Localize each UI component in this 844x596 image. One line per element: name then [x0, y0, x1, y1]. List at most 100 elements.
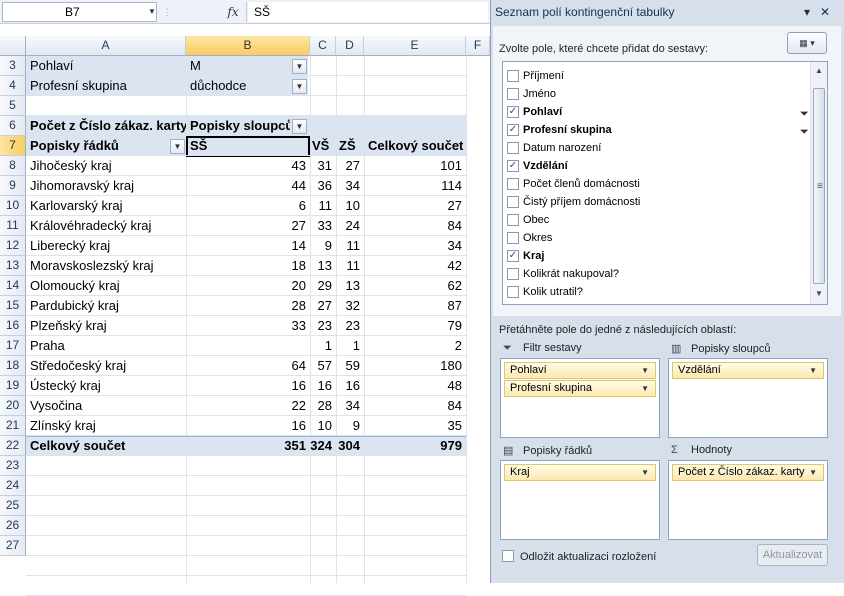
field-checkbox[interactable] — [507, 268, 519, 280]
row-header-6[interactable]: 6 — [0, 116, 26, 136]
column-labels-area[interactable]: Vzdělání ▼ — [668, 358, 828, 438]
report-filter-chip-profession[interactable]: Profesní skupina ▼ — [504, 380, 656, 397]
row-header-8[interactable]: 8 — [0, 156, 26, 176]
column-header-F[interactable]: F — [466, 36, 490, 56]
field-checkbox[interactable] — [507, 88, 519, 100]
gridline — [26, 195, 466, 196]
field-item[interactable]: Okres — [505, 229, 805, 247]
column-header-C[interactable]: C — [310, 36, 336, 56]
field-checkbox[interactable]: ✓ — [507, 124, 519, 136]
pivot-cell-zs: 32 — [345, 298, 360, 313]
row-labels-dropdown-icon[interactable]: ▼ — [170, 139, 185, 154]
scroll-up-icon[interactable]: ▲ — [813, 65, 825, 77]
column-header-E[interactable]: E — [364, 36, 466, 56]
field-item[interactable]: Kolik utratil? — [505, 283, 805, 301]
row-header-16[interactable]: 16 — [0, 316, 26, 336]
row-header-26[interactable]: 26 — [0, 516, 26, 536]
formula-input[interactable]: SŠ — [248, 2, 488, 22]
row-header-12[interactable]: 12 — [0, 236, 26, 256]
row-header-13[interactable]: 13 — [0, 256, 26, 276]
row-grid-icon: ▤ — [503, 445, 514, 457]
column-labels-dropdown-icon[interactable]: ▼ — [292, 119, 307, 134]
filter-dropdown-icon[interactable]: ▼ — [292, 59, 307, 74]
field-item[interactable]: ✓ Kraj — [505, 247, 805, 265]
field-item[interactable]: ✓ Vzdělání — [505, 157, 805, 175]
field-item[interactable]: Příjmení — [505, 67, 805, 85]
layout-options-button[interactable]: ▦ ▾ — [787, 32, 827, 54]
row-header-20[interactable]: 20 — [0, 396, 26, 416]
row-header-7[interactable]: 7 — [0, 136, 26, 156]
pivot-value-header: Počet z Číslo zákaz. karty — [30, 118, 186, 133]
row-labels-chip-region[interactable]: Kraj ▼ — [504, 464, 656, 481]
row-header-11[interactable]: 11 — [0, 216, 26, 236]
pivot-cell-zs: 59 — [345, 358, 360, 373]
field-item[interactable]: Obec — [505, 211, 805, 229]
row-header-9[interactable]: 9 — [0, 176, 26, 196]
field-checkbox[interactable] — [507, 286, 519, 298]
row-header-23[interactable]: 23 — [0, 456, 26, 476]
row-header-4[interactable]: 4 — [0, 76, 26, 96]
chevron-down-icon[interactable]: ▼ — [641, 381, 649, 396]
row-header-3[interactable]: 3 — [0, 56, 26, 76]
field-item[interactable]: ✓ Pohlaví ⏷ — [505, 103, 809, 121]
row-header-10[interactable]: 10 — [0, 196, 26, 216]
chevron-down-icon[interactable]: ▼ — [809, 363, 817, 378]
gridline — [26, 235, 466, 236]
column-header-A[interactable]: A — [26, 36, 186, 56]
field-checkbox[interactable]: ✓ — [507, 106, 519, 118]
insert-function-button[interactable]: fx — [224, 2, 242, 22]
field-item[interactable]: Kolikrát nakupoval? — [505, 265, 805, 283]
values-chip-count[interactable]: Počet z Číslo zákaz. karty ▼ — [672, 464, 824, 481]
row-header-5[interactable]: 5 — [0, 96, 26, 116]
field-checkbox[interactable] — [507, 70, 519, 82]
column-header-B[interactable]: B — [186, 36, 310, 56]
name-box[interactable]: B7 — [2, 2, 157, 22]
field-checkbox[interactable] — [507, 178, 519, 190]
row-header-22[interactable]: 22 — [0, 436, 26, 456]
chevron-down-icon[interactable]: ▼ — [641, 465, 649, 480]
scroll-down-icon[interactable]: ▼ — [813, 288, 825, 300]
formula-bar-resize-handle[interactable]: ⋮ — [160, 3, 174, 21]
report-filter-chip-gender[interactable]: Pohlaví ▼ — [504, 362, 656, 379]
field-item[interactable]: Jméno — [505, 85, 805, 103]
filter-dropdown-icon[interactable]: ▼ — [292, 79, 307, 94]
pane-options-icon[interactable]: ▾ — [799, 4, 815, 20]
field-item[interactable]: Datum narození — [505, 139, 805, 157]
defer-checkbox[interactable] — [502, 550, 514, 562]
column-header-D[interactable]: D — [336, 36, 364, 56]
row-header-25[interactable]: 25 — [0, 496, 26, 516]
defer-layout-update[interactable]: Odložit aktualizaci rozložení — [502, 548, 656, 564]
field-checkbox[interactable] — [507, 232, 519, 244]
row-header-15[interactable]: 15 — [0, 296, 26, 316]
field-item[interactable]: Počet členů domácnosti — [505, 175, 805, 193]
row-labels-area[interactable]: Kraj ▼ — [500, 460, 660, 540]
chevron-down-icon[interactable]: ▼ — [641, 363, 649, 378]
field-checkbox[interactable] — [507, 214, 519, 226]
row-header-17[interactable]: 17 — [0, 336, 26, 356]
update-button[interactable]: Aktualizovat — [757, 544, 828, 566]
chevron-down-icon[interactable]: ▼ — [809, 465, 817, 480]
row-header-19[interactable]: 19 — [0, 376, 26, 396]
field-checkbox[interactable]: ✓ — [507, 160, 519, 172]
pivot-cell-zs: 9 — [352, 418, 360, 433]
row-header-14[interactable]: 14 — [0, 276, 26, 296]
values-area[interactable]: Počet z Číslo zákaz. karty ▼ — [668, 460, 828, 540]
field-list-scrollbar[interactable]: ▲ ≡ ▼ — [810, 62, 827, 304]
row-header-24[interactable]: 24 — [0, 476, 26, 496]
field-checkbox[interactable]: ✓ — [507, 250, 519, 262]
scrollbar-thumb[interactable]: ≡ — [813, 88, 825, 284]
close-icon[interactable]: ✕ — [817, 4, 833, 20]
field-checkbox[interactable] — [507, 142, 519, 154]
row-header-27[interactable]: 27 — [0, 536, 26, 556]
row-header-18[interactable]: 18 — [0, 356, 26, 376]
row-header-21[interactable]: 21 — [0, 416, 26, 436]
field-item[interactable]: ✓ Profesní skupina ⏷ — [505, 121, 809, 139]
name-box-dropdown-icon[interactable]: ▼ — [145, 3, 159, 21]
field-item[interactable]: Čistý příjem domácnosti — [505, 193, 805, 211]
report-filter-area[interactable]: Pohlaví ▼ Profesní skupina ▼ — [500, 358, 660, 438]
column-labels-chip-education[interactable]: Vzdělání ▼ — [672, 362, 824, 379]
field-checkbox[interactable] — [507, 196, 519, 208]
name-box-value: B7 — [65, 5, 80, 19]
select-all-corner[interactable] — [0, 36, 26, 56]
pivot-cell-total: 87 — [447, 298, 462, 313]
